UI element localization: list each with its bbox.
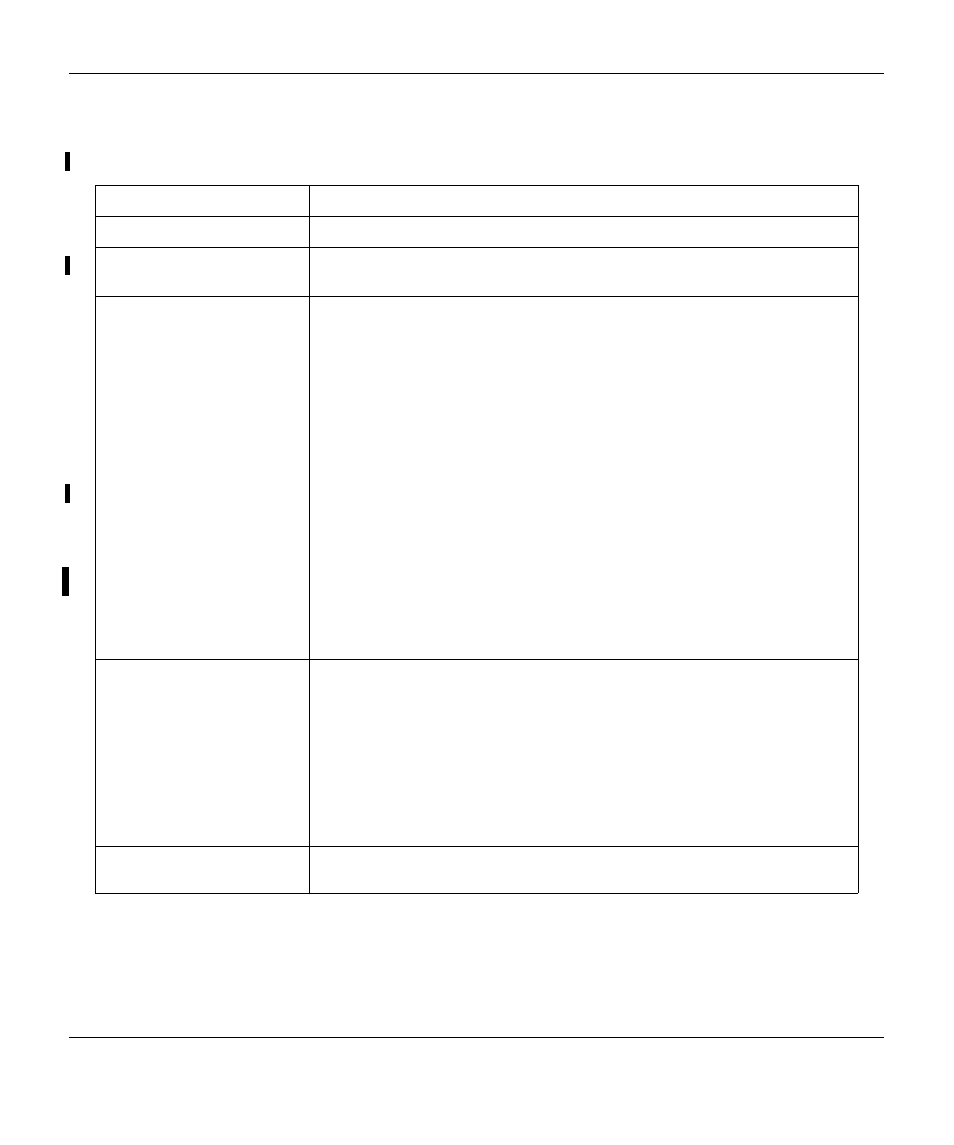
change-bar <box>65 256 70 275</box>
table-row-line <box>95 893 858 894</box>
table-row-line <box>95 659 858 660</box>
table-row-line <box>95 846 858 847</box>
change-bar <box>65 152 70 171</box>
page <box>0 0 954 1145</box>
table-row-line <box>95 185 858 186</box>
table-left-border <box>95 185 96 893</box>
bottom-rule <box>69 1037 884 1038</box>
table-row-line <box>95 296 858 297</box>
table-row-line <box>95 247 858 248</box>
table-right-border <box>858 185 859 893</box>
change-bar <box>62 567 69 596</box>
table-col-divider <box>309 185 310 893</box>
top-rule <box>69 73 884 74</box>
table-row-line <box>95 216 858 217</box>
change-bar <box>65 484 70 503</box>
